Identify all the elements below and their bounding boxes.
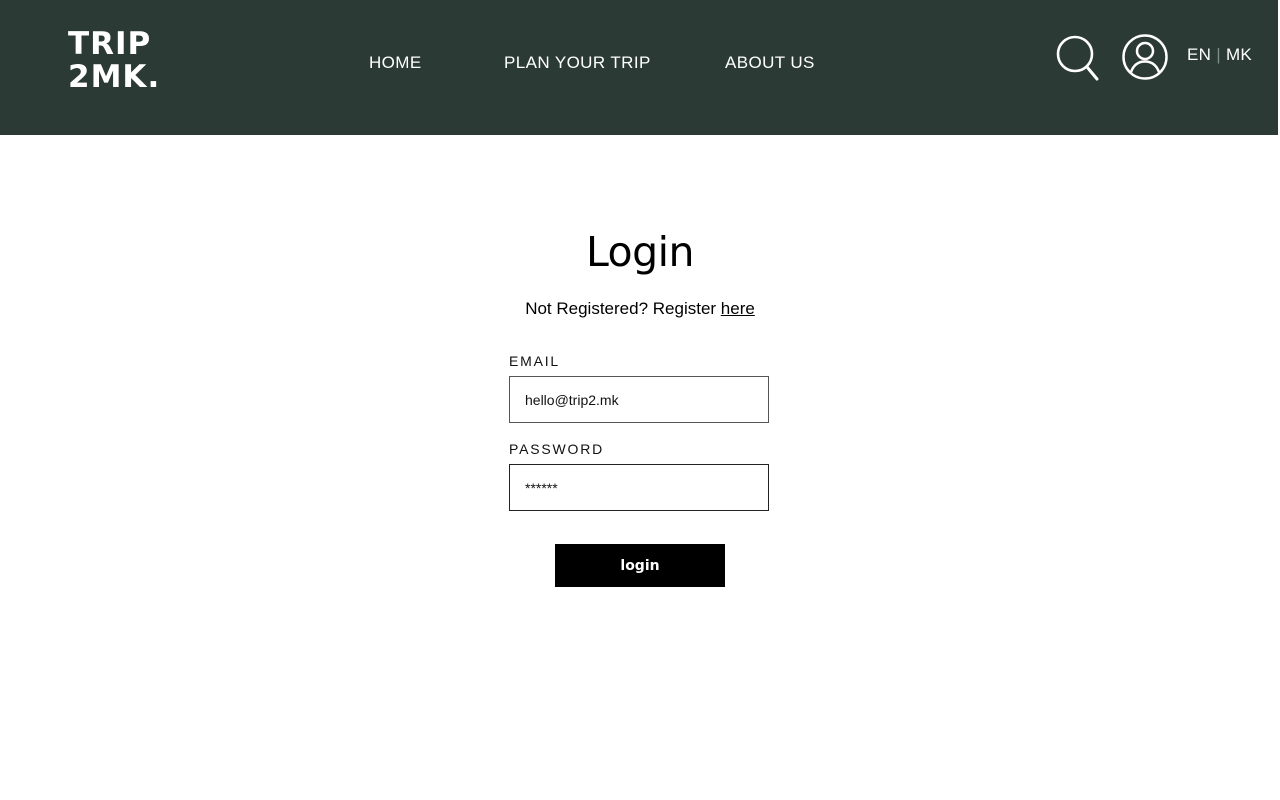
email-label: EMAIL <box>509 353 561 369</box>
password-field[interactable] <box>509 464 769 511</box>
search-icon[interactable] <box>1056 34 1100 82</box>
register-link[interactable]: here <box>721 299 755 318</box>
nav-plan-your-trip[interactable]: PLAN YOUR TRIP <box>504 53 651 73</box>
trip2mk-logo[interactable]: TRIP 2MK. <box>68 28 160 94</box>
register-prompt-text: Not Registered? Register <box>525 299 721 318</box>
lang-separator: | <box>1216 45 1221 64</box>
page-title: Login <box>585 228 695 276</box>
language-switcher: EN | MK <box>1187 45 1252 65</box>
email-field[interactable] <box>509 376 769 423</box>
site-header: TRIP 2MK. HOME PLAN YOUR TRIP ABOUT US E… <box>0 0 1278 135</box>
logo-line-1: TRIP <box>68 26 152 62</box>
nav-about-us[interactable]: ABOUT US <box>725 53 815 73</box>
nav-home[interactable]: HOME <box>369 53 422 73</box>
user-icon[interactable] <box>1121 33 1169 81</box>
password-label: PASSWORD <box>509 441 605 457</box>
lang-en[interactable]: EN <box>1187 45 1211 64</box>
lang-mk[interactable]: MK <box>1226 45 1252 64</box>
logo-line-2: 2MK. <box>68 59 161 95</box>
login-button[interactable]: login <box>555 544 725 587</box>
register-prompt: Not Registered? Register here <box>0 299 1280 319</box>
